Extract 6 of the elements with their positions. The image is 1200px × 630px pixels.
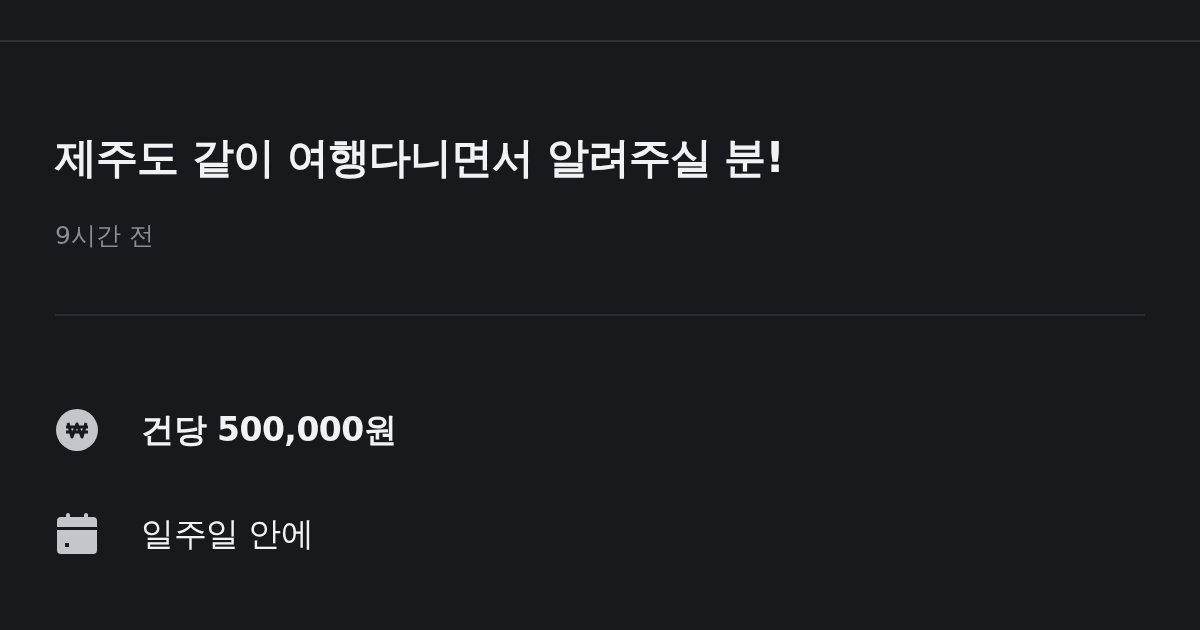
calendar-icon (55, 512, 99, 556)
post-title: 제주도 같이 여행다니면서 알려주실 분! (55, 132, 785, 184)
detail-text: 일주일 안에 (141, 512, 314, 555)
post-time: 9시간 전 (55, 220, 155, 252)
detail-text: 건당 500,000원 (141, 408, 397, 451)
won-coin-icon (55, 408, 99, 452)
